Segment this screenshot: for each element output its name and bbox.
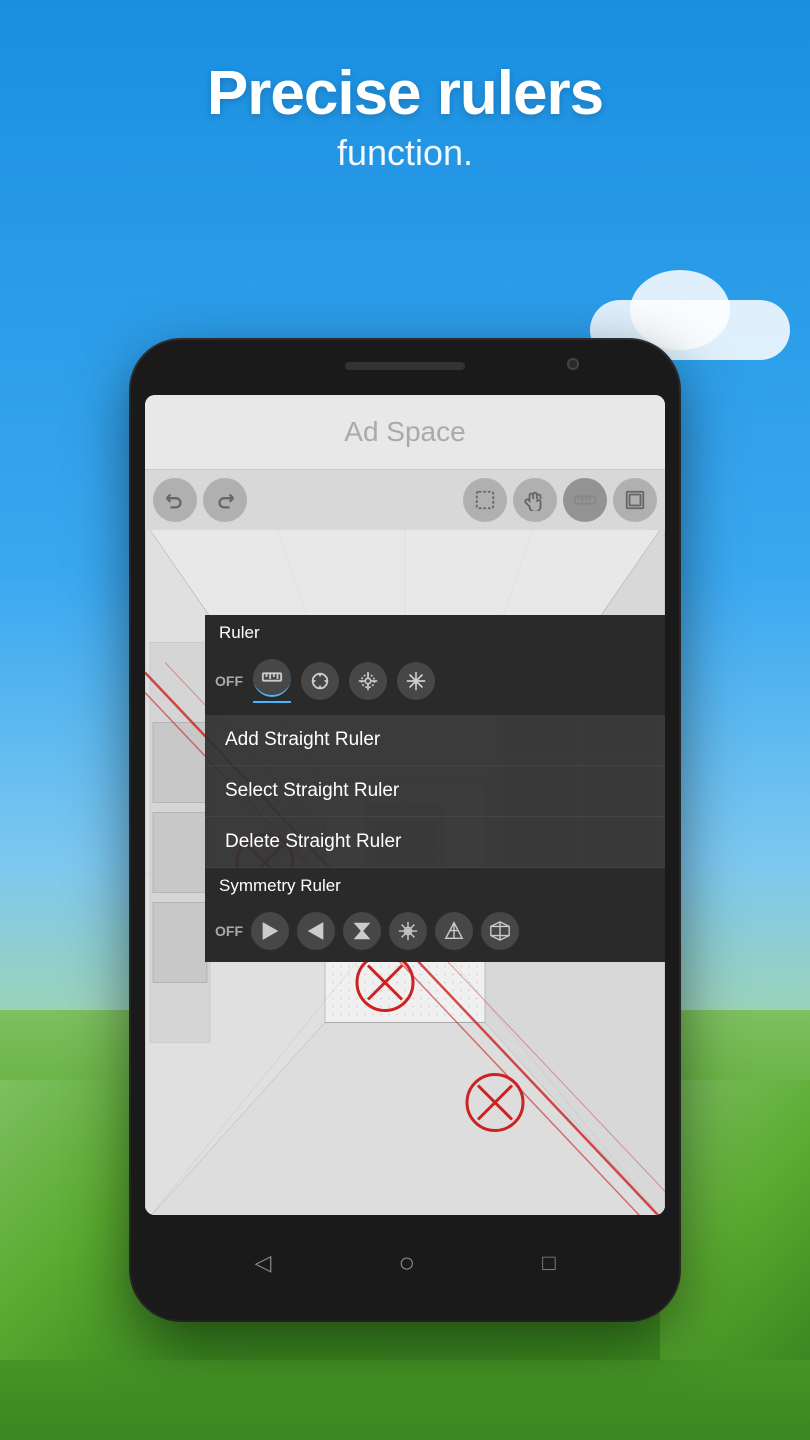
flowers-right <box>660 1080 810 1360</box>
triangle-sym-icon[interactable] <box>435 912 473 950</box>
mirror-left-icon[interactable] <box>297 912 335 950</box>
circle-ruler-icon[interactable] <box>301 662 339 700</box>
ad-space-label: Ad Space <box>344 416 465 448</box>
app-title-sub: function. <box>0 132 810 174</box>
ruler-tool-button[interactable] <box>563 478 607 522</box>
phone-screen: Ad Space <box>145 395 665 1215</box>
back-button[interactable]: ◁ <box>254 1250 271 1276</box>
radial-ruler-icon[interactable] <box>397 662 435 700</box>
select-tool-button[interactable] <box>463 478 507 522</box>
hand-tool-button[interactable] <box>513 478 557 522</box>
undo-button[interactable] <box>153 478 197 522</box>
ad-space: Ad Space <box>145 395 665 470</box>
symmetry-off-label[interactable]: OFF <box>215 923 243 939</box>
perspective-ruler-icon[interactable] <box>349 662 387 700</box>
ruler-off-label[interactable]: OFF <box>215 673 243 689</box>
phone-frame: Ad Space <box>131 340 679 1320</box>
phone-bottom-nav: ◁ ○ □ <box>131 1215 679 1320</box>
delete-straight-ruler-item[interactable]: Delete Straight Ruler <box>205 817 665 868</box>
app-title-main: Precise rulers <box>0 60 810 128</box>
drawing-area: Ruler OFF <box>145 530 665 1215</box>
ruler-icons-row: OFF <box>205 651 665 715</box>
mirror-right-icon[interactable] <box>251 912 289 950</box>
ruler-section-header: Ruler <box>205 615 665 651</box>
home-button[interactable]: ○ <box>398 1247 415 1279</box>
cube-sym-icon[interactable] <box>481 912 519 950</box>
phone-speaker <box>345 362 465 370</box>
symmetry-section: Symmetry Ruler OFF <box>205 868 665 962</box>
straight-ruler-icon[interactable] <box>253 659 291 697</box>
ruler-dropdown-menu: Ruler OFF <box>205 615 665 962</box>
ruler-menu-items: Add Straight Ruler Select Straight Ruler… <box>205 715 665 868</box>
title-area: Precise rulers function. <box>0 60 810 174</box>
phone-camera <box>567 358 579 370</box>
layer-button[interactable] <box>613 478 657 522</box>
recent-button[interactable]: □ <box>542 1250 555 1276</box>
redo-button[interactable] <box>203 478 247 522</box>
symmetry-section-header: Symmetry Ruler <box>205 868 665 904</box>
add-straight-ruler-item[interactable]: Add Straight Ruler <box>205 715 665 766</box>
ruler-section: Ruler OFF <box>205 615 665 715</box>
radial-sym-icon[interactable] <box>389 912 427 950</box>
toolbar <box>145 470 665 530</box>
symmetry-icons-row: OFF <box>205 904 665 962</box>
mirror-cross-icon[interactable] <box>343 912 381 950</box>
select-straight-ruler-item[interactable]: Select Straight Ruler <box>205 766 665 817</box>
